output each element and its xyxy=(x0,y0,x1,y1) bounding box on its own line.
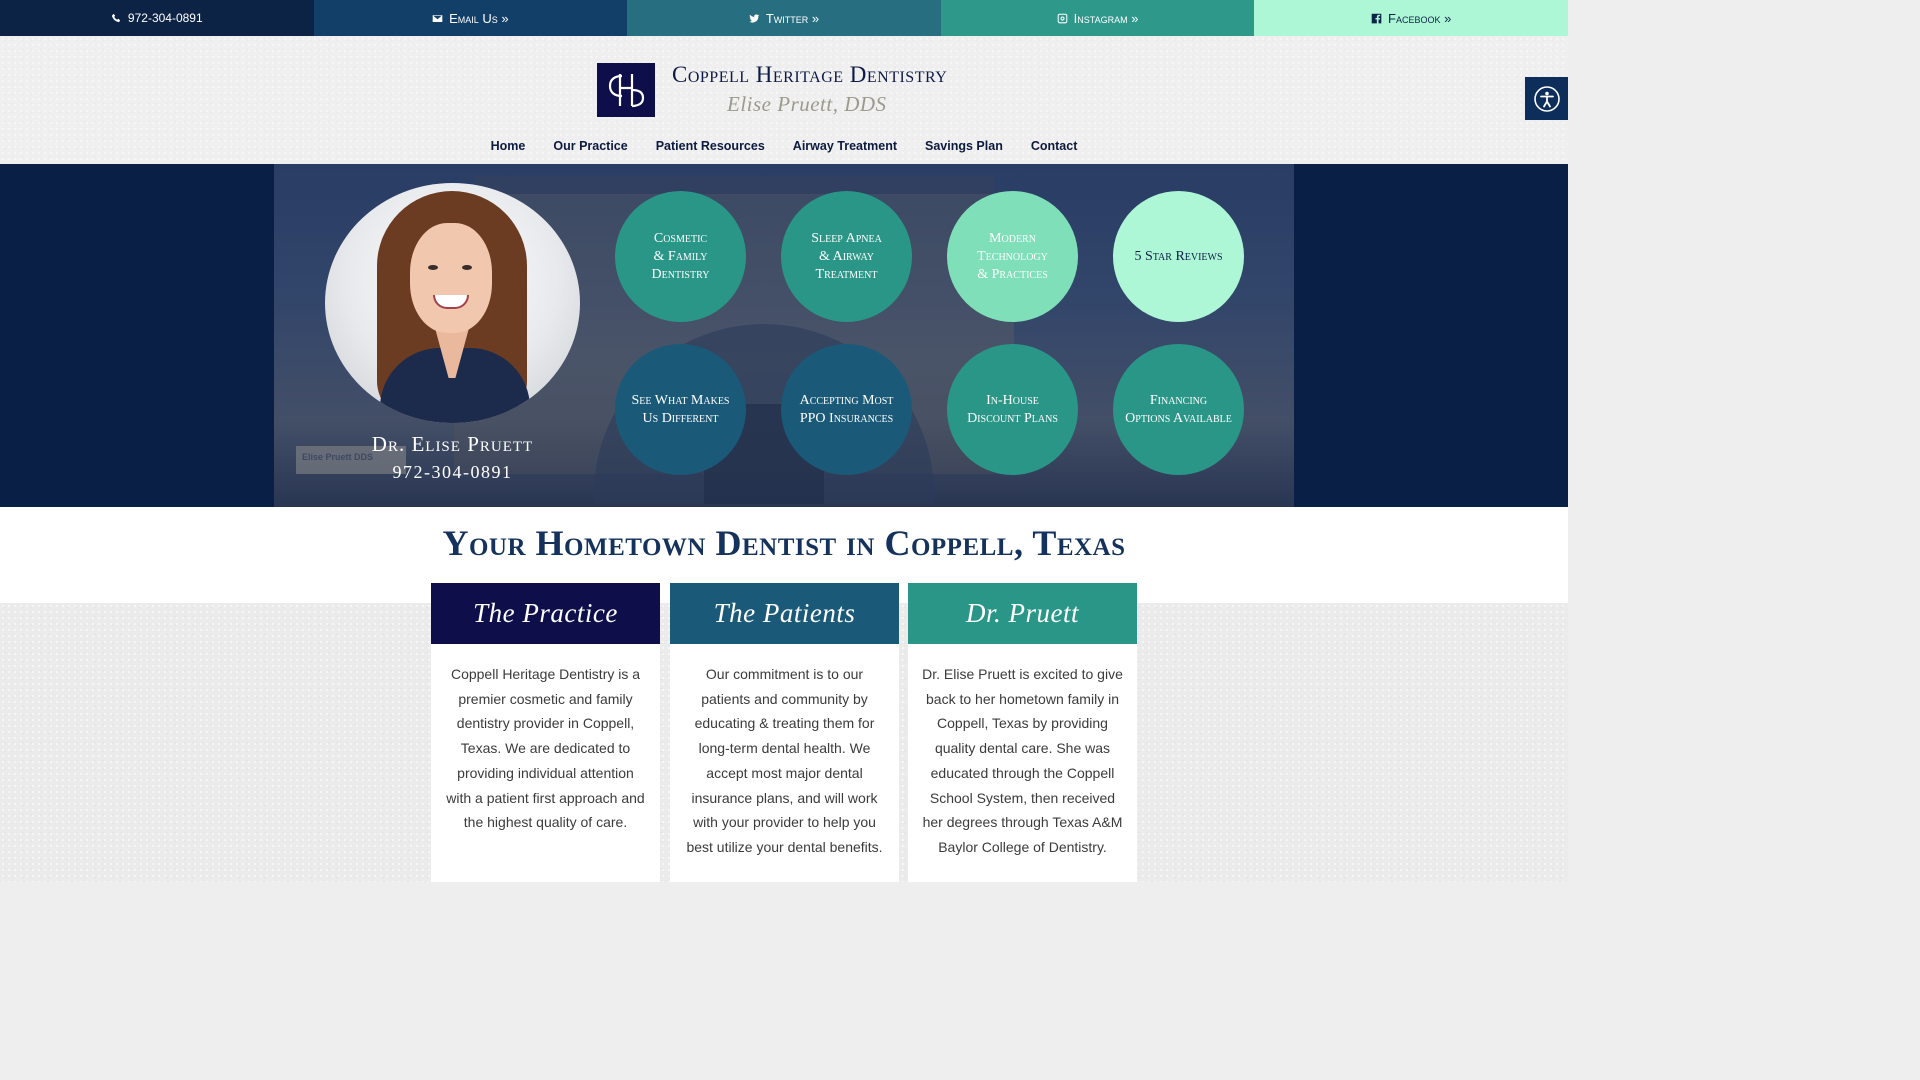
doctor-phone[interactable]: 972-304-0891 xyxy=(325,462,580,483)
nav-home[interactable]: Home xyxy=(491,139,526,153)
nav-airway-treatment[interactable]: Airway Treatment xyxy=(793,139,897,153)
card-header[interactable]: Dr. Pruett xyxy=(908,583,1137,644)
card-the-practice: The Practice Coppell Heritage Dentistry … xyxy=(431,583,660,882)
page-title: Your Hometown Dentist in Coppell, Texas xyxy=(442,523,1126,563)
nav-contact[interactable]: Contact xyxy=(1031,139,1078,153)
circle-five-star-reviews[interactable]: 5 Star Reviews xyxy=(1113,191,1244,322)
site-header: Coppell Heritage Dentistry Elise Pruett,… xyxy=(0,36,1568,164)
circle-ppo-insurances[interactable]: Accepting Most PPO Insurances xyxy=(781,344,912,475)
facebook-label: Facebook » xyxy=(1388,10,1452,26)
card-header[interactable]: The Patients xyxy=(670,583,899,644)
circle-financing-options[interactable]: Financing Options Available xyxy=(1113,344,1244,475)
phone-icon xyxy=(111,13,120,22)
card-text: Our commitment is to our patients and co… xyxy=(686,666,883,855)
logo-monogram[interactable] xyxy=(597,63,655,117)
circle-modern-technology[interactable]: Modern Technology & Practices xyxy=(947,191,1078,322)
nav-patient-resources[interactable]: Patient Resources xyxy=(656,139,765,153)
twitter-link[interactable]: Twitter » xyxy=(627,0,941,36)
top-contact-bar: 972-304-0891 Email Us » Twitter » Instag… xyxy=(0,0,1568,36)
brand-name[interactable]: Coppell Heritage Dentistry xyxy=(672,62,947,88)
nav-our-practice[interactable]: Our Practice xyxy=(553,139,627,153)
circle-sleep-apnea[interactable]: Sleep Apnea & Airway Treatment xyxy=(781,191,912,322)
circle-cosmetic-family[interactable]: Cosmetic & Family Dentistry xyxy=(615,191,746,322)
card-the-patients: The Patients Our commitment is to our pa… xyxy=(670,583,899,882)
phone-link[interactable]: 972-304-0891 xyxy=(0,0,314,36)
circle-what-makes-us-different[interactable]: See What Makes Us Different xyxy=(615,344,746,475)
accessibility-icon xyxy=(1533,85,1560,112)
twitter-label: Twitter » xyxy=(765,10,820,26)
card-text: Dr. Elise Pruett is excited to give back… xyxy=(922,666,1123,855)
accessibility-button[interactable] xyxy=(1525,77,1568,120)
instagram-link[interactable]: Instagram » xyxy=(940,0,1255,36)
facebook-icon xyxy=(1371,13,1382,23)
brand-subtitle: Elise Pruett, DDS xyxy=(727,92,887,116)
doctor-portrait xyxy=(325,183,580,423)
card-text: Coppell Heritage Dentistry is a premier … xyxy=(446,666,645,831)
nav-savings-plan[interactable]: Savings Plan xyxy=(925,139,1003,153)
portrait-face xyxy=(410,223,492,333)
hero-section: Elise Pruett DDS xyxy=(0,164,1568,507)
main-nav: Home Our Practice Patient Resources Airw… xyxy=(0,139,1568,153)
card-dr-pruett: Dr. Pruett Dr. Elise Pruett is excited t… xyxy=(908,583,1137,882)
phone-label: 972-304-0891 xyxy=(127,11,203,25)
email-link[interactable]: Email Us » xyxy=(313,0,628,36)
facebook-link[interactable]: Facebook » xyxy=(1254,0,1568,36)
envelope-icon xyxy=(432,14,443,22)
monogram-icon xyxy=(608,74,645,108)
card-header[interactable]: The Practice xyxy=(431,583,660,644)
instagram-label: Instagram » xyxy=(1073,10,1139,26)
doctor-name: Dr. Elise Pruett xyxy=(371,432,534,456)
twitter-icon xyxy=(749,13,760,23)
portrait-eye-right xyxy=(462,265,472,270)
portrait-eye-left xyxy=(428,265,438,270)
email-label: Email Us » xyxy=(449,10,509,26)
instagram-icon xyxy=(1057,13,1067,23)
circle-discount-plans[interactable]: In-House Discount Plans xyxy=(947,344,1078,475)
